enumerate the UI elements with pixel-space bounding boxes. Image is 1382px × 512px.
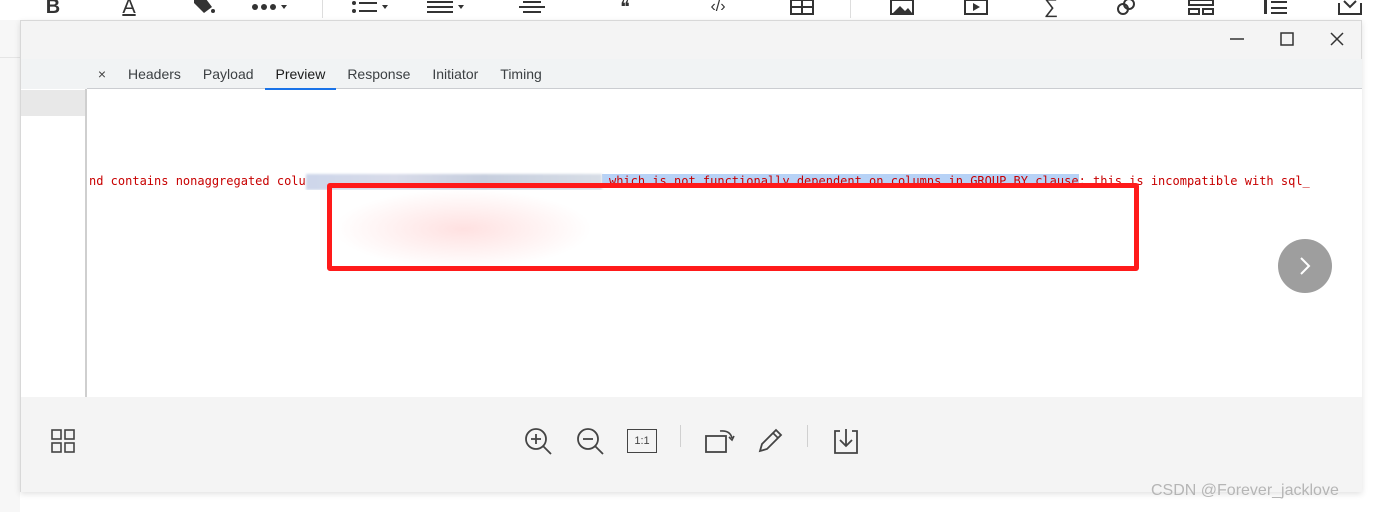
chevron-right-icon: [1300, 257, 1311, 275]
red-highlight-box: [327, 183, 1139, 271]
devtools-request-list: [21, 59, 87, 397]
actual-size-icon[interactable]: 1:1: [627, 429, 657, 453]
tab-headers[interactable]: Headers: [117, 59, 192, 89]
toolbar-divider: [322, 0, 323, 18]
devtools-tabbar: × Headers Payload Preview Response Initi…: [87, 59, 1362, 90]
bulleted-list-icon[interactable]: [350, 0, 392, 18]
close-icon[interactable]: [1325, 27, 1349, 51]
save-draft-icon[interactable]: [1336, 0, 1364, 18]
zoom-out-icon[interactable]: [574, 425, 606, 457]
viewed-image: × Headers Payload Preview Response Initi…: [21, 59, 1362, 397]
table-icon[interactable]: [788, 0, 816, 18]
quote-icon[interactable]: ❝: [612, 0, 638, 18]
editor-left-strip: [0, 20, 20, 512]
watermark: CSDN @Forever_jacklove: [1151, 482, 1339, 499]
rotate-icon[interactable]: [703, 425, 737, 457]
tab-payload[interactable]: Payload: [192, 59, 265, 89]
screen: B A ❝ ‹/› ∑ × Headers Payload Preview Re…: [0, 0, 1382, 512]
zoom-in-icon[interactable]: [522, 425, 554, 457]
error-prefix: nd contains nonaggregated colu: [89, 174, 306, 188]
request-list-header: [21, 59, 87, 89]
indent-icon[interactable]: [518, 0, 546, 18]
highlight-fill-icon[interactable]: [190, 0, 218, 18]
tab-preview[interactable]: Preview: [264, 59, 337, 90]
tab-response[interactable]: Response: [336, 59, 421, 89]
selected-request-row[interactable]: [21, 90, 85, 116]
download-icon[interactable]: [831, 425, 861, 457]
code-icon[interactable]: ‹/›: [702, 0, 734, 18]
font-color-icon[interactable]: A: [116, 0, 142, 18]
bold-icon[interactable]: B: [40, 0, 66, 18]
editor-divider: [0, 57, 20, 58]
toolbar-divider: [850, 0, 851, 18]
minimize-icon[interactable]: [1225, 27, 1249, 51]
video-icon[interactable]: [962, 0, 990, 18]
edit-pencil-icon[interactable]: [755, 425, 785, 457]
formula-icon[interactable]: ∑: [1038, 0, 1064, 18]
tab-timing[interactable]: Timing: [489, 59, 553, 89]
outline-icon[interactable]: [1262, 0, 1290, 18]
image-viewer-window: × Headers Payload Preview Response Initi…: [20, 20, 1362, 492]
more-icon[interactable]: [250, 0, 292, 18]
align-icon[interactable]: [426, 0, 468, 18]
tab-initiator[interactable]: Initiator: [421, 59, 489, 89]
next-image-button[interactable]: [1278, 239, 1332, 293]
viewer-toolbar: 1:1: [21, 397, 1362, 492]
close-icon[interactable]: ×: [87, 66, 117, 82]
link-icon[interactable]: [1112, 0, 1140, 18]
thumbnails-icon[interactable]: [49, 427, 77, 455]
template-icon[interactable]: [1186, 0, 1216, 18]
toolbar-divider: [680, 425, 681, 447]
image-icon[interactable]: [888, 0, 916, 18]
toolbar-divider: [807, 425, 808, 447]
editor-toolbar: B A ❝ ‹/› ∑: [0, 0, 1382, 20]
window-controls: [1225, 27, 1349, 51]
maximize-icon[interactable]: [1275, 27, 1299, 51]
